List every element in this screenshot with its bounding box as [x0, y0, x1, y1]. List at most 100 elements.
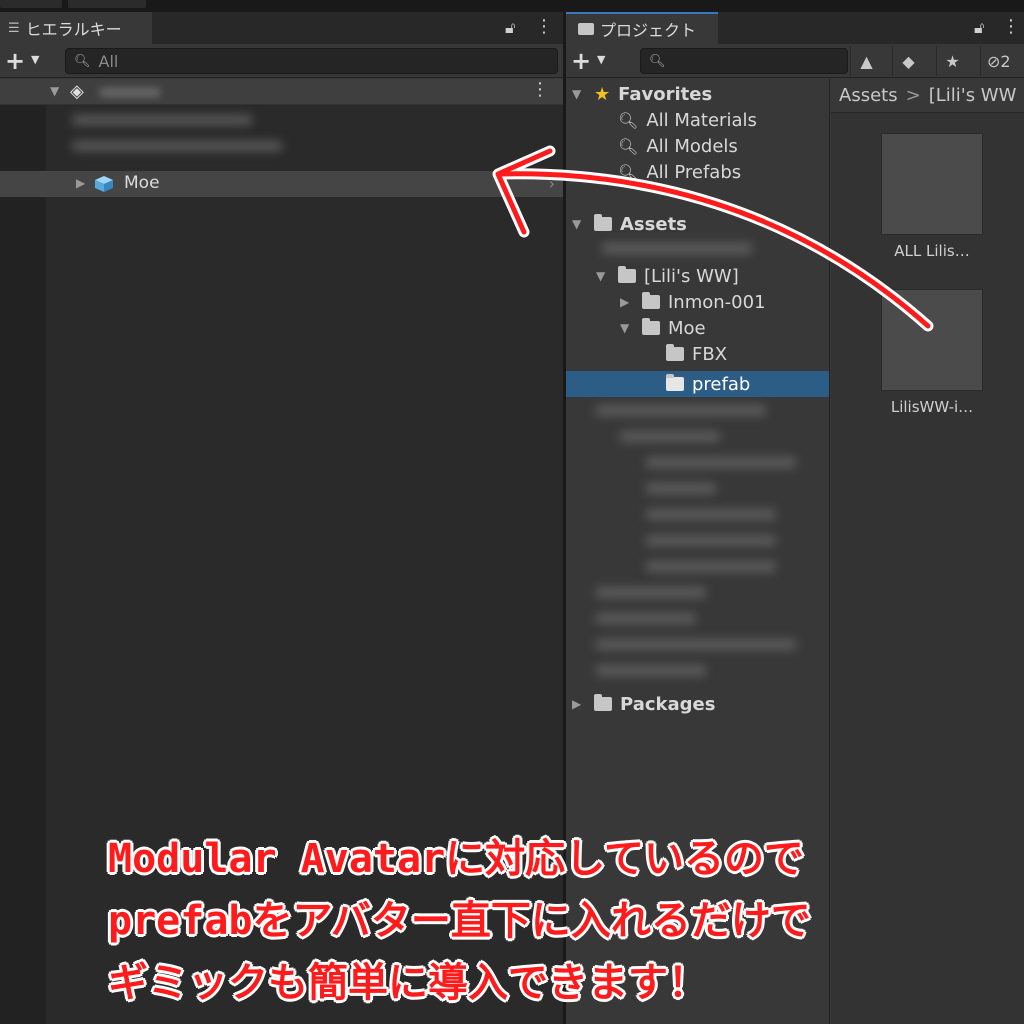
kebab-menu-icon[interactable]: ⋮	[531, 79, 549, 100]
hierarchy-tab-title: ヒエラルキー	[25, 20, 122, 39]
folder-icon	[666, 374, 684, 391]
add-button[interactable]: +	[571, 47, 591, 75]
favorite-item-label: All Models	[646, 135, 738, 157]
blurred-hierarchy-item	[72, 115, 252, 125]
packages-label: Packages	[620, 693, 716, 715]
hidden-packages-toggle[interactable]: ⊘ 2	[980, 46, 1024, 76]
breadcrumb: Assets > [Lili's WW	[831, 79, 1024, 113]
tree-item-moe[interactable]: ▼ Moe	[620, 315, 706, 341]
search-icon: 🔍︎	[74, 53, 91, 69]
assets-label: Assets	[620, 213, 687, 235]
expand-triangle-icon[interactable]: ▼	[620, 321, 642, 335]
chevron-down-icon[interactable]: ▼	[597, 53, 605, 66]
hierarchy-toolbar: + ▼ 🔍︎ All	[0, 44, 563, 78]
favorite-all-prefabs[interactable]: 🔍︎ All Prefabs	[618, 159, 741, 185]
favorites-star-icon[interactable]: ★	[936, 46, 968, 76]
expand-triangle-icon[interactable]: ▼	[596, 269, 618, 283]
filter-by-type-icon[interactable]: ▲	[850, 46, 882, 76]
favorite-item-label: All Materials	[646, 109, 757, 131]
filter-by-label-icon[interactable]: ◆	[892, 46, 924, 76]
expand-triangle-icon[interactable]: ▼	[572, 217, 594, 231]
tree-item-packages[interactable]: ▶ Packages	[572, 691, 715, 717]
caption-line-1: Modular Avatarに対応しているので	[108, 836, 804, 882]
asset-thumbnail[interactable]	[881, 289, 983, 391]
blurred-tree-item	[646, 561, 776, 572]
top-tab-stub	[68, 0, 146, 8]
expand-triangle-icon[interactable]: ▼	[572, 87, 594, 101]
blurred-tree-item	[646, 535, 776, 546]
project-tab-bar: プロジェクト 🔓︎ ⋮	[566, 12, 1024, 44]
blurred-tree-item	[646, 483, 716, 494]
favorite-all-materials[interactable]: 🔍︎ All Materials	[618, 107, 757, 133]
blurred-tree-item	[596, 613, 696, 624]
blurred-tree-item	[646, 509, 776, 520]
list-icon: ☰	[8, 20, 20, 36]
project-search-input[interactable]: 🔍︎	[640, 48, 848, 74]
folder-icon	[642, 292, 660, 309]
tree-item-assets[interactable]: ▼ Assets	[572, 211, 687, 237]
search-icon: 🔍︎	[649, 53, 666, 69]
folder-icon	[666, 344, 684, 361]
tree-item-fbx[interactable]: FBX	[666, 341, 727, 367]
favorites-label: Favorites	[618, 83, 713, 105]
blurred-tree-item	[596, 405, 766, 416]
scene-name-blurred	[100, 88, 160, 97]
hierarchy-item-label: Moe	[124, 173, 160, 193]
kebab-menu-icon[interactable]: ⋮	[535, 16, 553, 37]
breadcrumb-root[interactable]: Assets	[839, 85, 898, 106]
hierarchy-search-input[interactable]: 🔍︎ All	[65, 48, 558, 74]
favorite-item-label: All Prefabs	[646, 161, 742, 183]
folder-icon	[594, 694, 612, 711]
breadcrumb-current[interactable]: [Lili's WW	[929, 85, 1017, 106]
favorite-all-models[interactable]: 🔍︎ All Models	[618, 133, 738, 159]
folder-open-icon	[594, 214, 612, 231]
breadcrumb-separator: >	[905, 85, 921, 106]
tree-item-label: [Lili's WW]	[644, 265, 739, 287]
hierarchy-gutter	[0, 79, 46, 1024]
project-tab-title: プロジェクト	[600, 21, 697, 40]
asset-label: ALL Lilis…	[894, 242, 970, 260]
hierarchy-tab[interactable]: ☰ ヒエラルキー	[0, 12, 152, 44]
blurred-tree-item	[620, 431, 720, 442]
tree-item-prefab[interactable]: prefab	[666, 371, 750, 397]
hierarchy-tab-bar: ☰ ヒエラルキー 🔓︎ ⋮	[0, 12, 563, 44]
search-icon: 🔍︎	[618, 162, 639, 182]
prefab-cube-icon	[95, 176, 113, 192]
blurred-hierarchy-item	[72, 141, 282, 151]
blurred-tree-item	[646, 457, 796, 468]
lock-icon[interactable]: 🔓︎	[505, 18, 515, 38]
hierarchy-item-moe[interactable]: ▶ Moe ›	[0, 171, 563, 197]
expand-triangle-icon[interactable]: ▶	[572, 697, 594, 711]
tree-item-label: FBX	[692, 343, 728, 365]
tree-item-label: prefab	[692, 373, 751, 395]
chevron-down-icon[interactable]: ▼	[31, 53, 39, 66]
folder-open-icon	[618, 266, 636, 283]
chevron-right-icon[interactable]: ›	[549, 174, 555, 193]
eye-slash-icon: ⊘	[987, 51, 1001, 71]
search-icon: 🔍︎	[618, 136, 639, 156]
tree-item-label: Inmon-001	[668, 291, 766, 313]
folder-icon	[578, 23, 594, 35]
tree-item-favorites[interactable]: ▼ ★ Favorites	[572, 81, 712, 107]
tree-item-lilis-ww[interactable]: ▼ [Lili's WW]	[596, 263, 739, 289]
add-button[interactable]: +	[5, 47, 25, 75]
tree-item-inmon-001[interactable]: ▶ Inmon-001	[620, 289, 766, 315]
search-icon: 🔍︎	[618, 110, 639, 130]
expand-triangle-icon[interactable]: ▼	[50, 84, 59, 98]
project-toolbar: + ▼ 🔍︎ ▲ ◆ ★ ⊘ 2	[566, 44, 1024, 78]
expand-triangle-icon[interactable]: ▶	[620, 295, 642, 309]
scene-row[interactable]: ▼ ◈ ⋮	[0, 79, 563, 105]
tree-item-label: Moe	[668, 317, 706, 339]
top-tab-stub	[0, 0, 62, 8]
caption-line-2: prefabをアバター直下に入れるだけで	[108, 898, 811, 944]
asset-thumbnail[interactable]	[881, 133, 983, 235]
hidden-packages-count: 2	[1000, 51, 1011, 71]
project-tab[interactable]: プロジェクト	[566, 12, 718, 44]
asset-label: LilisWW-i…	[890, 398, 974, 416]
blurred-tree-item	[602, 243, 752, 254]
blurred-tree-item	[596, 639, 796, 650]
lock-icon[interactable]: 🔓︎	[974, 18, 984, 38]
kebab-menu-icon[interactable]: ⋮	[1002, 16, 1020, 37]
editor-top-strip	[0, 0, 1024, 12]
expand-triangle-icon[interactable]: ▶	[76, 176, 85, 190]
